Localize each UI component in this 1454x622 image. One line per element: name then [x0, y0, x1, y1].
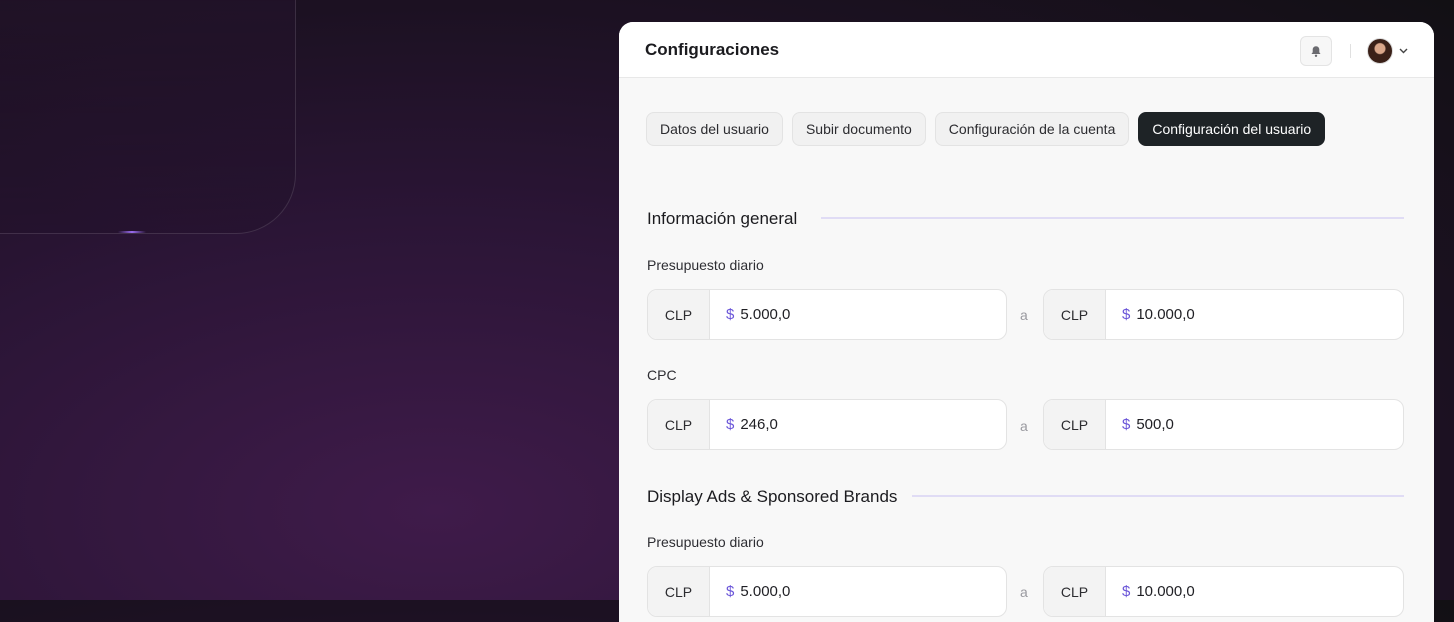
cpc-min-field[interactable]: CLP $ 246,0 [647, 399, 1007, 450]
currency-label: CLP [1044, 567, 1106, 616]
section-title-informacion-general: Información general [647, 209, 798, 228]
display-budget-max-amount: 10.000,0 [1136, 583, 1195, 600]
cpc-max-amount: 500,0 [1136, 416, 1174, 433]
background-card-decoration [0, 0, 296, 234]
header-actions [1300, 36, 1408, 66]
avatar[interactable] [1367, 38, 1393, 64]
cpc-max-field[interactable]: CLP $ 500,0 [1043, 399, 1404, 450]
header-divider [1350, 44, 1351, 58]
dollar-symbol: $ [726, 416, 735, 433]
settings-panel: Configuraciones Datos del usuario Subir … [619, 22, 1434, 622]
display-budget-max-field[interactable]: CLP $ 10.000,0 [1043, 566, 1404, 617]
budget-max-value[interactable]: $ 10.000,0 [1106, 290, 1195, 339]
bell-icon [1311, 45, 1321, 57]
budget-min-field[interactable]: CLP $ 5.000,0 [647, 289, 1007, 340]
currency-label: CLP [648, 567, 710, 616]
field-label-presupuesto-diario: Presupuesto diario [647, 534, 764, 550]
range-separator: a [1020, 307, 1028, 323]
range-separator: a [1020, 418, 1028, 434]
dollar-symbol: $ [1122, 306, 1131, 323]
tab-subir-documento[interactable]: Subir documento [791, 112, 926, 146]
notifications-button[interactable] [1300, 36, 1332, 66]
range-separator: a [1020, 584, 1028, 600]
cpc-min-value[interactable]: $ 246,0 [710, 400, 778, 449]
currency-label: CLP [1044, 400, 1106, 449]
display-budget-min-field[interactable]: CLP $ 5.000,0 [647, 566, 1007, 617]
chevron-down-icon [1399, 48, 1408, 54]
display-budget-min-value[interactable]: $ 5.000,0 [710, 567, 790, 616]
settings-tabs: Datos del usuario Subir documento Config… [646, 112, 1326, 146]
section-divider [821, 217, 1404, 219]
tab-configuracion-usuario[interactable]: Configuración del usuario [1138, 112, 1326, 146]
field-label-cpc: CPC [647, 367, 677, 383]
dollar-symbol: $ [726, 583, 735, 600]
tab-datos-usuario[interactable]: Datos del usuario [646, 112, 783, 146]
dollar-symbol: $ [1122, 416, 1131, 433]
currency-label: CLP [648, 400, 710, 449]
cpc-max-value[interactable]: $ 500,0 [1106, 400, 1174, 449]
field-label-presupuesto-diario: Presupuesto diario [647, 257, 764, 273]
display-budget-min-amount: 5.000,0 [740, 583, 791, 600]
budget-max-field[interactable]: CLP $ 10.000,0 [1043, 289, 1404, 340]
section-divider [912, 495, 1404, 497]
display-budget-max-value[interactable]: $ 10.000,0 [1106, 567, 1195, 616]
panel-header: Configuraciones [619, 22, 1434, 78]
currency-label: CLP [648, 290, 710, 339]
budget-max-amount: 10.000,0 [1136, 306, 1195, 323]
budget-min-value[interactable]: $ 5.000,0 [710, 290, 790, 339]
dollar-symbol: $ [1122, 583, 1131, 600]
dollar-symbol: $ [726, 306, 735, 323]
profile-menu-toggle[interactable] [1399, 48, 1408, 54]
background-glow-line [118, 231, 146, 233]
cpc-min-amount: 246,0 [740, 416, 778, 433]
section-title-display-ads: Display Ads & Sponsored Brands [647, 487, 898, 506]
page-title: Configuraciones [645, 39, 780, 59]
currency-label: CLP [1044, 290, 1106, 339]
budget-min-amount: 5.000,0 [740, 306, 791, 323]
tab-configuracion-cuenta[interactable]: Configuración de la cuenta [934, 112, 1130, 146]
